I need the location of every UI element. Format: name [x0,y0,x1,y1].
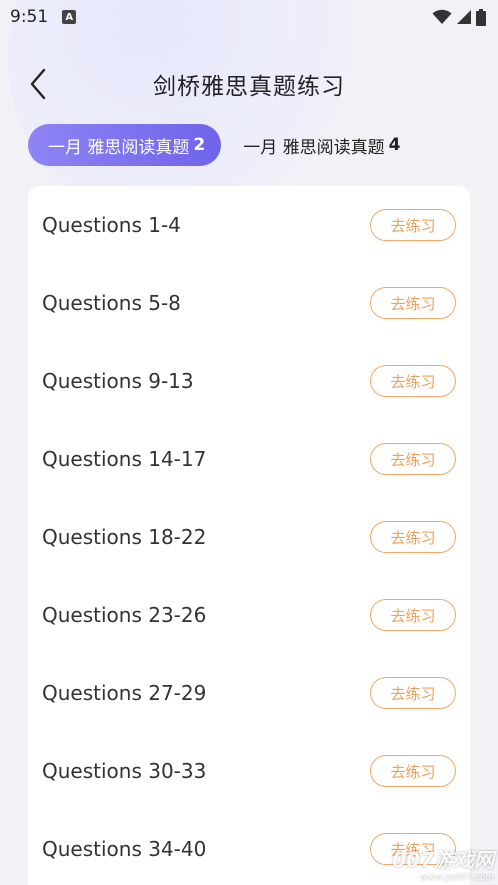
watermark: 007游戏网 www.yx007.com [392,844,494,883]
chevron-left-icon [30,68,46,100]
practice-button[interactable]: 去练习 [370,521,456,553]
tab-bar: 一月 雅思阅读真题 2 一月 雅思阅读真题 4 [28,124,478,166]
battery-icon [476,8,486,26]
list-item[interactable]: Questions 23-26 去练习 [28,576,470,654]
list-item[interactable]: Questions 27-29 去练习 [28,654,470,732]
question-range: Questions 30-33 [42,759,207,783]
practice-button[interactable]: 去练习 [370,443,456,475]
wifi-icon [432,9,452,24]
tab-reading-4[interactable]: 一月 雅思阅读真题 4 [243,124,400,166]
notification-a-icon: A [62,10,77,24]
status-bar: 9:51 A [0,0,498,34]
back-button[interactable] [20,64,56,104]
question-range: Questions 9-13 [42,369,194,393]
practice-button[interactable]: 去练习 [370,287,456,319]
list-item[interactable]: Questions 18-22 去练习 [28,498,470,576]
practice-button[interactable]: 去练习 [370,209,456,241]
practice-button[interactable]: 去练习 [370,365,456,397]
tab-label: 一月 雅思阅读真题 [243,137,385,158]
question-list: Questions 1-4 去练习 Questions 5-8 去练习 Ques… [28,186,470,885]
question-range: Questions 1-4 [42,213,181,237]
question-range: Questions 23-26 [42,603,207,627]
list-item[interactable]: Questions 30-33 去练习 [28,732,470,810]
tab-number: 2 [193,135,206,155]
status-time: 9:51 [10,7,49,27]
list-item[interactable]: Questions 5-8 去练习 [28,264,470,342]
tab-number: 4 [388,135,401,155]
practice-button[interactable]: 去练习 [370,599,456,631]
tab-reading-2[interactable]: 一月 雅思阅读真题 2 [28,124,222,166]
watermark-url: www.yx007.com [419,873,494,883]
practice-button[interactable]: 去练习 [370,677,456,709]
practice-button[interactable]: 去练习 [370,755,456,787]
question-range: Questions 14-17 [42,447,207,471]
list-item[interactable]: Questions 14-17 去练习 [28,420,470,498]
question-range: Questions 27-29 [42,681,207,705]
list-item[interactable]: Questions 9-13 去练习 [28,342,470,420]
tab-label: 一月 雅思阅读真题 [48,137,190,158]
question-range: Questions 34-40 [42,837,207,861]
page-title: 剑桥雅思真题练习 [153,74,345,100]
header: 剑桥雅思真题练习 [0,54,498,114]
question-range: Questions 5-8 [42,291,181,315]
watermark-logo: 007游戏网 [392,848,494,872]
question-range: Questions 18-22 [42,525,207,549]
signal-icon [457,10,471,24]
list-item[interactable]: Questions 1-4 去练习 [28,186,470,264]
